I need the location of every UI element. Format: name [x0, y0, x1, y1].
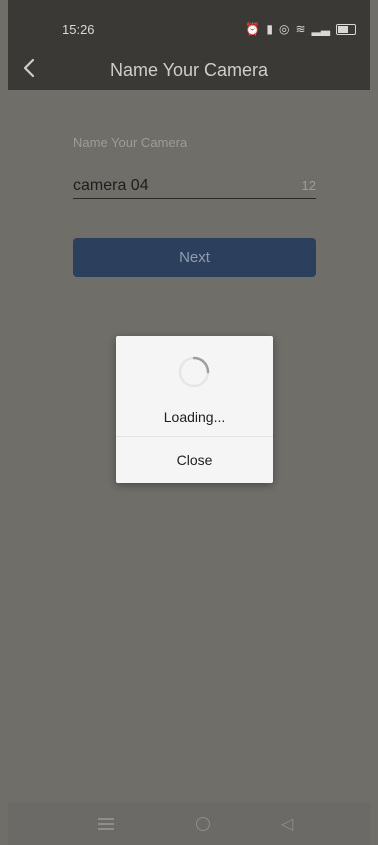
vibrate-icon: ▮ [266, 22, 273, 36]
status-icons: ⏰ ▮ ◎ ≋ ▂▃ [245, 22, 356, 36]
nav-bar: Name Your Camera [8, 50, 370, 90]
spinner-icon [178, 356, 210, 388]
next-button[interactable]: Next [73, 238, 316, 277]
character-count: 12 [301, 178, 316, 193]
page-title: Name Your Camera [109, 60, 269, 80]
status-bar: 15:26 ⏰ ▮ ◎ ≋ ▂▃ [8, 0, 370, 40]
wifi-icon: ≋ [295, 22, 306, 36]
app-screen: 15:26 ⏰ ▮ ◎ ≋ ▂▃ Name Your Camera Name Y… [0, 0, 378, 845]
back-nav-icon[interactable]: ◁ [275, 814, 299, 834]
header: 15:26 ⏰ ▮ ◎ ≋ ▂▃ Name Your Camera [8, 0, 370, 90]
location-icon: ◎ [278, 22, 290, 36]
system-navigation-bar: ◁ [8, 802, 370, 845]
alarm-icon: ⏰ [245, 22, 261, 36]
loading-dialog: Loading... Close [116, 336, 273, 483]
signal-icon: ▂▃ [311, 22, 330, 36]
camera-name-value[interactable]: camera 04 [73, 177, 149, 195]
close-button[interactable]: Close [116, 437, 273, 483]
camera-name-label: Name Your Camera [73, 135, 188, 150]
home-nav-icon[interactable] [191, 814, 215, 834]
loading-text: Loading... [163, 409, 226, 425]
battery-icon [336, 23, 356, 35]
camera-name-field[interactable]: camera 04 12 [73, 176, 316, 199]
status-time: 15:26 [62, 22, 95, 37]
menu-nav-icon[interactable] [94, 814, 118, 834]
